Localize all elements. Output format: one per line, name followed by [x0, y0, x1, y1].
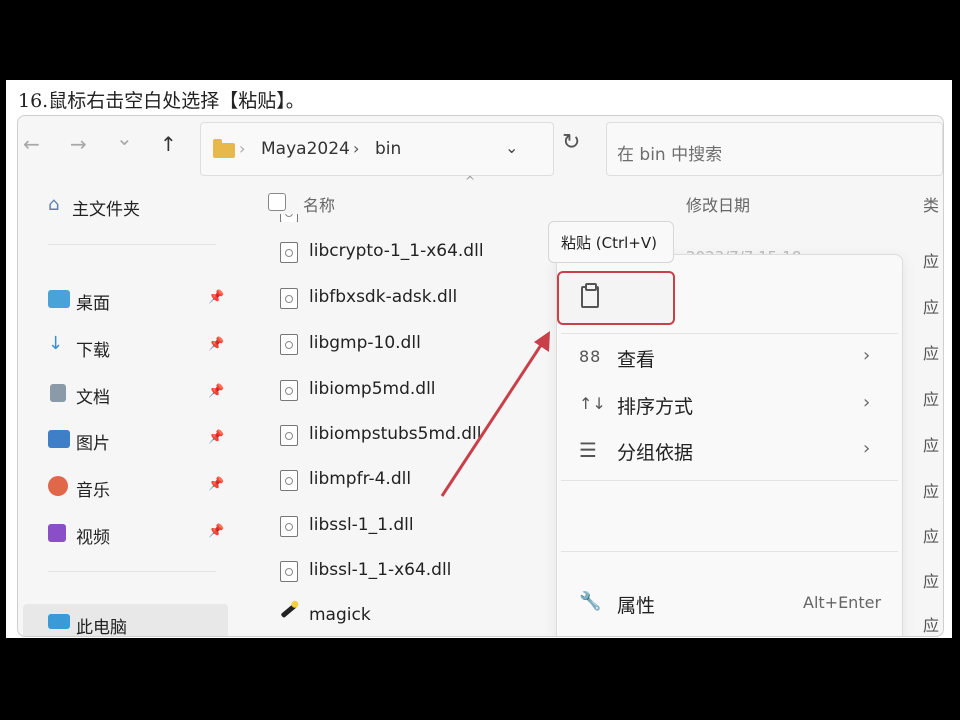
arrow-line [440, 341, 545, 497]
screenshot-content: 16.鼠标右击空白处选择【粘贴】。 ← → ⌄ ↑ › Maya2024 › b… [6, 80, 952, 638]
annotation-arrow [440, 331, 550, 497]
tutorial-caption: 16.鼠标右击空白处选择【粘贴】。 [18, 90, 305, 112]
arrow-head [534, 331, 550, 352]
file-explorer-window: ← → ⌄ ↑ › Maya2024 › bin ⌄ ↻ 在 bin 中搜索 ⌂… [17, 115, 944, 637]
